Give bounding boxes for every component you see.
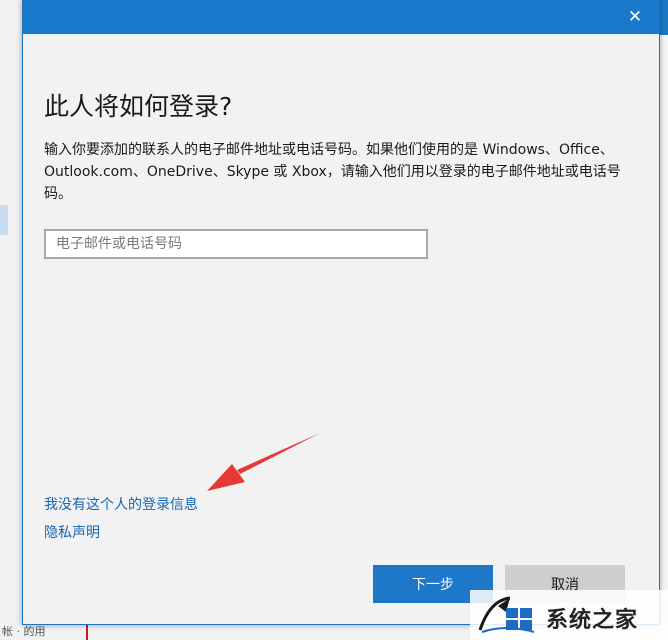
background-window-sidebar (0, 0, 22, 640)
dialog-description: 输入你要添加的联系人的电子邮件地址或电话号码。如果他们使用的是 Windows、… (44, 142, 621, 202)
close-icon[interactable]: ✕ (625, 7, 645, 27)
watermark-logo-icon (478, 596, 535, 633)
dialog-heading: 此人将如何登录? (44, 92, 233, 121)
dialog-titlebar: ✕ (23, 1, 659, 34)
watermark-text: 系统之家 (546, 608, 639, 633)
no-login-info-link[interactable]: 我没有这个人的登录信息 (44, 494, 198, 514)
background-sidebar-highlight (0, 205, 8, 235)
background-bottom-text: 帐 · 的用 (2, 625, 46, 638)
background-window-edge (660, 35, 668, 595)
add-user-dialog: ✕ 此人将如何登录? 输入你要添加的联系人的电子邮件地址或电话号码。如果他们使用… (22, 0, 660, 625)
watermark: 系统之家 (470, 590, 668, 640)
privacy-statement-link[interactable]: 隐私声明 (44, 522, 100, 542)
email-or-phone-input[interactable] (44, 229, 428, 259)
